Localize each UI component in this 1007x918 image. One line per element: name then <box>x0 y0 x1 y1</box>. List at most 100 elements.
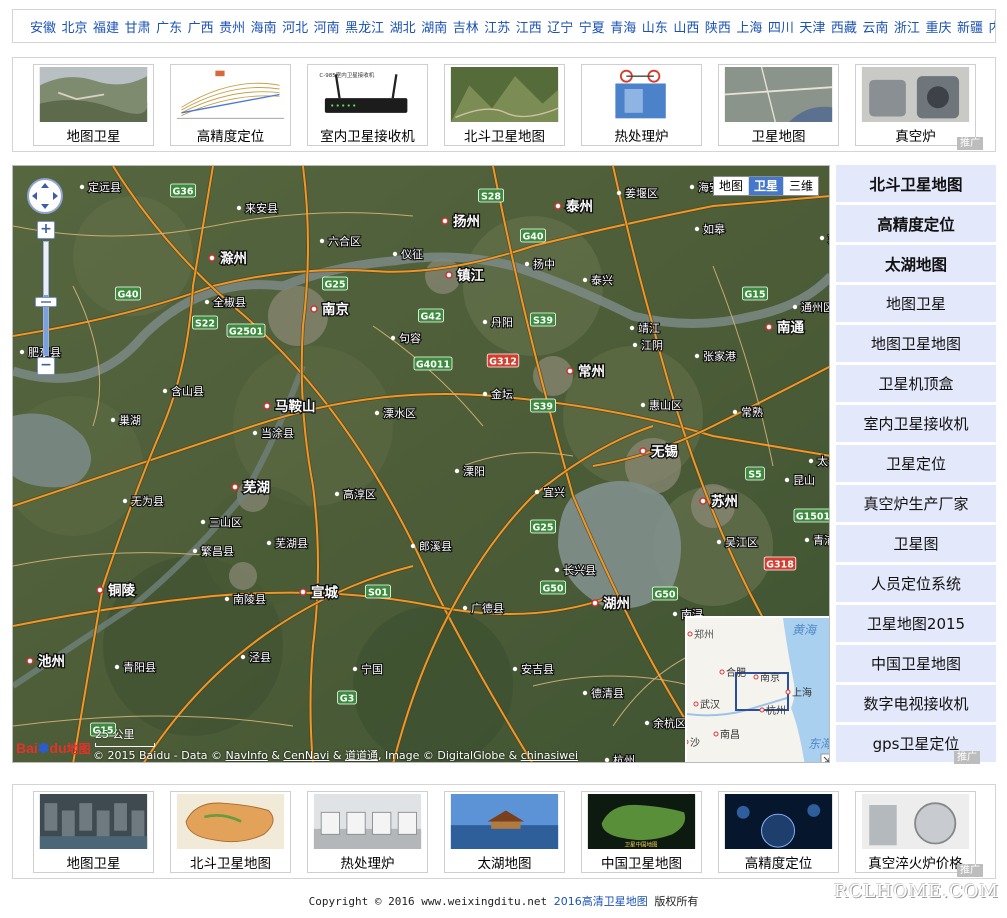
zoom-in-button[interactable]: + <box>37 221 55 239</box>
province-link[interactable]: 广东 <box>156 17 182 36</box>
province-link[interactable]: 四川 <box>768 17 794 36</box>
province-link[interactable]: 辽宁 <box>547 17 573 36</box>
thumbnail-caption[interactable]: 真空炉 <box>895 125 936 145</box>
province-link[interactable]: 云南 <box>862 17 888 36</box>
space-tech-thumbnail[interactable] <box>720 794 837 849</box>
daodaotong-link[interactable]: 道道通 <box>345 749 378 762</box>
lake-pavilion-thumbnail[interactable] <box>446 794 563 849</box>
keyword-link[interactable]: 真空炉生产厂家 <box>836 485 996 522</box>
navinfo-link[interactable]: NavInfo <box>226 749 268 762</box>
keyword-link[interactable]: 卫星机顶盒 <box>836 365 996 402</box>
thumbnail-caption[interactable]: 热处理炉 <box>615 125 669 145</box>
province-link[interactable]: 宁夏 <box>579 17 605 36</box>
map-type-button[interactable]: 三维 <box>784 177 818 195</box>
thumbnail-caption[interactable]: 真空淬火炉价格 <box>868 852 963 872</box>
province-link[interactable]: 天津 <box>799 17 825 36</box>
thumbnail-tile[interactable]: 太湖地图 <box>444 791 565 873</box>
province-link[interactable]: 广西 <box>188 17 214 36</box>
keyword-link[interactable]: 太湖地图 <box>836 245 996 282</box>
keyword-link[interactable]: 室内卫星接收机 <box>836 405 996 442</box>
thumbnail-tile[interactable]: 热处理炉 <box>581 64 702 146</box>
thumbnail-caption[interactable]: 卫星地图 <box>752 125 806 145</box>
overview-map-canvas[interactable]: 郑州 黄海合肥 南京上海武汉 杭州南昌沙 东海 <box>687 618 830 763</box>
diagram-thumbnail[interactable] <box>172 67 289 122</box>
chinasiwei-link[interactable]: chinasiwei <box>521 749 578 762</box>
top-strip-ad-tag[interactable]: 推广 <box>957 137 983 150</box>
keyword-link[interactable]: 地图卫星地图 <box>836 325 996 362</box>
province-link[interactable]: 青海 <box>610 17 636 36</box>
right-list-ad-tag[interactable]: 推广 <box>954 751 980 764</box>
province-link[interactable]: 西藏 <box>831 17 857 36</box>
keyword-link[interactable]: 人员定位系统 <box>836 565 996 602</box>
overview-map[interactable]: 郑州 黄海 合肥 南京 上海 武汉 杭州 南昌沙 东海 <box>685 616 830 763</box>
map-pan-control[interactable] <box>26 177 64 215</box>
terrain-photo-thumbnail[interactable] <box>35 67 152 122</box>
province-link[interactable]: 湖南 <box>421 17 447 36</box>
thumbnail-tile[interactable]: 卫星地图 <box>718 64 839 146</box>
province-link[interactable]: 黑龙江 <box>345 17 384 36</box>
province-link[interactable]: 北京 <box>62 17 88 36</box>
province-link[interactable]: 陕西 <box>705 17 731 36</box>
cennavi-link[interactable]: CenNavi <box>283 749 329 762</box>
province-link[interactable]: 河北 <box>282 17 308 36</box>
thumbnail-tile[interactable]: 地图卫星 <box>33 64 154 146</box>
thumbnail-tile[interactable]: 热处理炉 <box>307 791 428 873</box>
china-map-thumbnail[interactable] <box>172 794 289 849</box>
thumbnail-tile[interactable]: 真空淬火炉价格 <box>855 791 976 873</box>
keyword-link[interactable]: 卫星图 <box>836 525 996 562</box>
keyword-link[interactable]: 数字电视接收机 <box>836 685 996 722</box>
province-link[interactable]: 江西 <box>516 17 542 36</box>
thumbnail-caption[interactable]: 高精度定位 <box>745 852 813 872</box>
quench-furnace-thumbnail[interactable] <box>857 794 974 849</box>
zoom-out-button[interactable]: − <box>37 357 55 375</box>
province-link[interactable]: 重庆 <box>925 17 951 36</box>
thumbnail-caption[interactable]: 高精度定位 <box>197 125 265 145</box>
furnace-machine-thumbnail[interactable] <box>583 67 700 122</box>
thumbnail-tile[interactable]: 北斗卫星地图 <box>170 791 291 873</box>
mountain-photo-thumbnail[interactable] <box>446 67 563 122</box>
thumbnail-tile[interactable]: 北斗卫星地图 <box>444 64 565 146</box>
thumbnail-caption[interactable]: 太湖地图 <box>478 852 532 872</box>
keyword-link[interactable]: 卫星地图2015 <box>836 605 996 642</box>
map-type-button[interactable]: 卫星 <box>748 177 784 195</box>
keyword-link[interactable]: 北斗卫星地图 <box>836 165 996 202</box>
province-link[interactable]: 海南 <box>251 17 277 36</box>
factory-line-thumbnail[interactable] <box>309 794 426 849</box>
satellite-map[interactable]: G36 S28 G40 G25 G42 G2501 S22 G40 S39 G4011 G312 S3… <box>12 165 830 763</box>
province-link[interactable]: 江苏 <box>484 17 510 36</box>
province-link[interactable]: 甘肃 <box>125 17 151 36</box>
province-link[interactable]: 吉林 <box>453 17 479 36</box>
thumbnail-caption[interactable]: 中国卫星地图 <box>601 852 682 872</box>
thumbnail-tile[interactable]: 卫星中国地图中国卫星地图 <box>581 791 702 873</box>
keyword-link[interactable]: 中国卫星地图 <box>836 645 996 682</box>
province-link[interactable]: 贵州 <box>219 17 245 36</box>
thumbnail-tile[interactable]: C-985室内卫星接收机室内卫星接收机 <box>307 64 428 146</box>
province-link[interactable]: 新疆 <box>957 17 983 36</box>
province-link[interactable]: 浙江 <box>894 17 920 36</box>
province-link[interactable]: 安徽 <box>30 17 56 36</box>
china-3d-thumbnail[interactable]: 卫星中国地图 <box>583 794 700 849</box>
vacuum-furnace-thumbnail[interactable] <box>857 67 974 122</box>
province-link[interactable]: 山西 <box>673 17 699 36</box>
bottom-strip-ad-tag[interactable]: 推广 <box>957 864 983 877</box>
thumbnail-caption[interactable]: 北斗卫星地图 <box>190 852 271 872</box>
keyword-link[interactable]: 高精度定位 <box>836 205 996 242</box>
province-link[interactable]: 湖北 <box>390 17 416 36</box>
thumbnail-caption[interactable]: 室内卫星接收机 <box>320 125 415 145</box>
thumbnail-tile[interactable]: 高精度定位 <box>718 791 839 873</box>
keyword-link[interactable]: 卫星定位 <box>836 445 996 482</box>
footer-home-link[interactable]: 2016高清卫星地图 <box>554 895 648 908</box>
thumbnail-tile[interactable]: 真空炉 <box>855 64 976 146</box>
province-link[interactable]: 山东 <box>642 17 668 36</box>
zoom-slider-handle[interactable] <box>35 297 57 307</box>
map-type-button[interactable]: 地图 <box>714 177 749 195</box>
thumbnail-caption[interactable]: 热处理炉 <box>341 852 395 872</box>
province-link[interactable]: 福建 <box>93 17 119 36</box>
baidu-logo[interactable]: Bai✽du地图 <box>16 740 91 757</box>
thumbnail-tile[interactable]: 高精度定位 <box>170 64 291 146</box>
province-link[interactable]: 上海 <box>736 17 762 36</box>
thumbnail-tile[interactable]: 地图卫星 <box>33 791 154 873</box>
city-satellite-thumbnail[interactable] <box>720 67 837 122</box>
province-link[interactable]: 河南 <box>314 17 340 36</box>
router-device-thumbnail[interactable]: C-985室内卫星接收机 <box>309 67 426 122</box>
